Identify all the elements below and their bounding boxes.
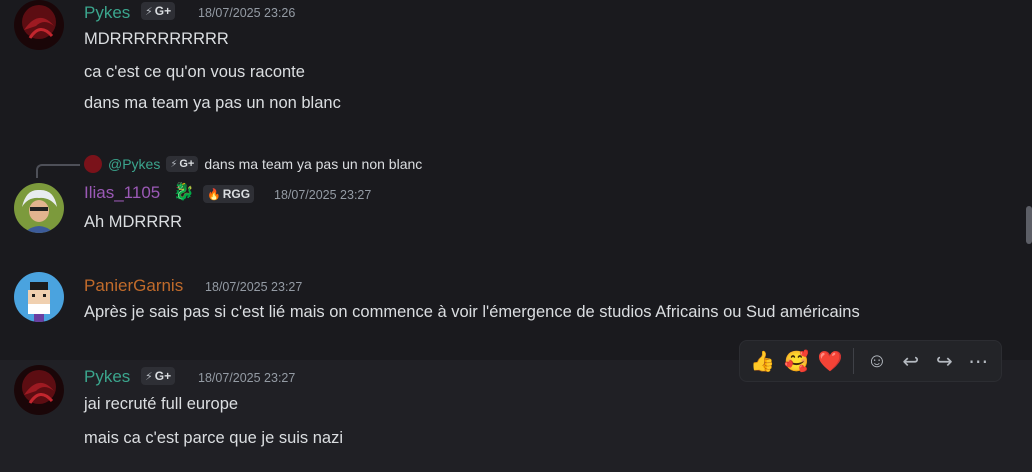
reaction-red-heart-button[interactable]: ❤️ (813, 344, 847, 378)
message-text: Ah MDRRRR (84, 213, 183, 231)
guild-tag-badge[interactable]: ⚡ G+ (141, 2, 176, 20)
message-actions-toolbar: 👍 🥰 ❤️ ☺ ↩ ↪ ⋯ (739, 340, 1002, 382)
flame-icon: 🔥 (207, 188, 221, 201)
reply-guild-tag-badge: ⚡ G+ (166, 156, 199, 172)
lightning-icon: ⚡ (145, 5, 153, 18)
reply-mention[interactable]: @Pykes (108, 156, 160, 172)
more-icon[interactable]: ⋯ (961, 344, 995, 378)
message-text: Après je sais pas si c'est lié mais on c… (84, 303, 860, 321)
message-ilias[interactable]: Ilias_1105 🐉 🔥 RGG 18/07/2025 23:27 Ah M… (0, 178, 1032, 240)
avatar-pykes[interactable] (14, 365, 64, 415)
message-text: ca c'est ce qu'on vous raconte (84, 63, 305, 81)
message-paniergarnis[interactable]: PanierGarnis 18/07/2025 23:27 Après je s… (0, 272, 1032, 332)
forward-icon[interactable]: ↪ (928, 344, 962, 378)
timestamp: 18/07/2025 23:27 (205, 280, 303, 294)
author-name[interactable]: Pykes (84, 3, 130, 23)
reply-avatar (84, 155, 102, 173)
avatar-ilias[interactable] (14, 183, 64, 233)
author-name[interactable]: Ilias_1105 (84, 183, 160, 203)
avatar-paniergarnis[interactable] (14, 272, 64, 322)
add-reaction-icon[interactable]: ☺ (860, 344, 894, 378)
reply-spine (36, 164, 80, 178)
message-text: MDRRRRRRRRRR (84, 30, 229, 48)
message-text: mais ca c'est parce que je suis nazi (84, 429, 344, 447)
message-pykes-1[interactable]: Pykes ⚡ G+ 18/07/2025 23:26 MDRRRRRRRRRR… (0, 0, 1032, 130)
timestamp: 18/07/2025 23:27 (198, 371, 296, 385)
reaction-smiling-face-with-hearts-button[interactable]: 🥰 (780, 344, 814, 378)
reply-icon[interactable]: ↩ (894, 344, 928, 378)
reply-preview[interactable]: @Pykes ⚡ G+ dans ma team ya pas un non b… (84, 154, 422, 174)
lightning-icon: ⚡ (145, 370, 153, 383)
author-name[interactable]: PanierGarnis (84, 276, 183, 296)
message-text: dans ma team ya pas un non blanc (84, 94, 341, 112)
lightning-icon: ⚡ (170, 158, 178, 170)
guild-tag-badge[interactable]: 🔥 RGG (203, 185, 255, 203)
scrollbar-thumb[interactable] (1026, 206, 1032, 244)
reaction-thumbs-up-button[interactable]: 👍 (746, 344, 780, 378)
dragon-emoji: 🐉 (173, 182, 195, 201)
timestamp: 18/07/2025 23:27 (274, 188, 372, 202)
toolbar-divider (853, 348, 855, 374)
reply-text: dans ma team ya pas un non blanc (204, 156, 423, 172)
message-text: jai recruté full europe (84, 395, 239, 413)
timestamp: 18/07/2025 23:26 (198, 6, 296, 20)
guild-tag-badge[interactable]: ⚡ G+ (141, 367, 176, 385)
avatar-pykes[interactable] (14, 0, 64, 50)
author-name[interactable]: Pykes (84, 367, 130, 387)
